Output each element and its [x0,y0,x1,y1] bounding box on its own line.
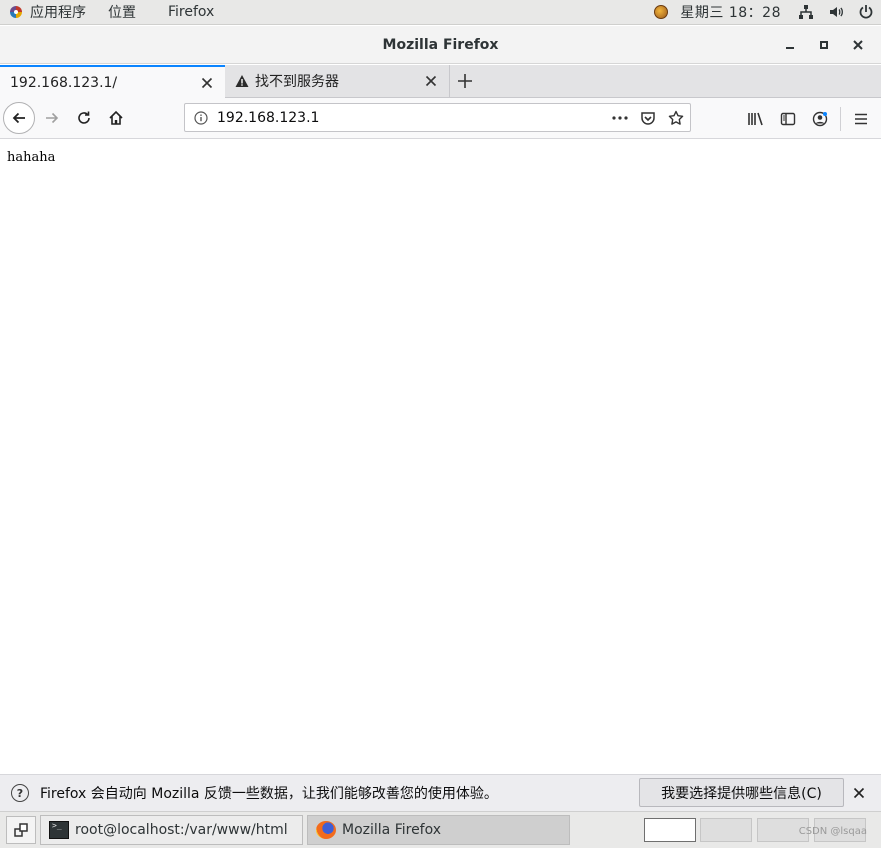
pocket-icon[interactable] [634,110,662,126]
active-app-menu[interactable]: Firefox [160,0,222,25]
page-text: hahaha [7,150,56,165]
window-title: Mozilla Firefox [382,36,499,53]
home-button[interactable] [100,102,132,134]
volume-icon[interactable] [821,0,851,25]
minimize-button[interactable] [773,30,807,60]
firefox-icon [316,821,336,839]
forward-arrow-icon [46,112,59,124]
show-desktop-button[interactable] [6,816,36,844]
close-tab-icon[interactable] [199,75,215,91]
workspace-1[interactable] [644,818,696,842]
places-menu[interactable]: 位置 [100,0,144,25]
library-icon [748,112,763,125]
url-text[interactable]: 192.168.123.1 [217,110,606,126]
home-icon [109,110,123,125]
window-titlebar[interactable]: Mozilla Firefox [0,26,881,64]
notification-text: Firefox 会自动向 Mozilla 反馈一些数据，让我们能够改善您的使用体… [40,786,498,802]
power-icon[interactable] [851,0,881,25]
bookmark-star-icon[interactable] [662,110,690,126]
show-desktop-icon [14,823,28,837]
active-app-label: Firefox [168,4,215,20]
plus-icon [458,74,472,88]
network-icon[interactable] [791,0,821,25]
places-label: 位置 [108,5,136,21]
close-icon [853,40,863,50]
navigation-toolbar: 192.168.123.1 [0,98,881,139]
watermark: CSDN @lsqaa [798,826,867,837]
tab-server-not-found[interactable]: 找不到服务器 [225,65,450,97]
choose-what-to-share-button[interactable]: 我要选择提供哪些信息(C) [639,778,844,807]
applications-icon [8,4,24,20]
warning-icon [235,75,249,87]
page-actions-icon[interactable] [606,115,634,120]
tab-current[interactable]: 192.168.123.1/ [0,65,225,98]
close-tab-icon[interactable] [423,73,439,89]
menu-button[interactable] [845,103,877,135]
gnome-top-bar: 应用程序 位置 Firefox 星期三 18：28 [0,0,881,25]
sidebar-button[interactable] [772,103,804,135]
maximize-button[interactable] [807,30,841,60]
page-content: hahaha [0,140,881,774]
taskbar-item-label: Mozilla Firefox [342,822,442,838]
reload-icon [78,111,90,124]
back-arrow-icon [12,112,25,124]
account-button[interactable] [804,103,836,135]
sidebar-icon [780,112,796,125]
bottom-taskbar: root@localhost:/var/www/html Mozilla Fir… [0,811,881,848]
url-bar[interactable]: 192.168.123.1 [184,103,691,132]
taskbar-item-label: root@localhost:/var/www/html [75,822,288,838]
question-icon: ? [11,784,29,802]
applications-label: 应用程序 [30,5,86,21]
reload-button[interactable] [68,102,100,134]
minimize-icon [786,47,794,49]
applications-menu[interactable]: 应用程序 [0,0,94,25]
workspace-2[interactable] [700,818,752,842]
new-tab-button[interactable] [450,65,480,97]
library-button[interactable] [740,103,772,135]
tab-label: 192.168.123.1/ [10,74,118,91]
terminal-icon [49,821,69,839]
account-icon [812,111,828,126]
weather-icon[interactable] [646,0,676,25]
hamburger-menu-icon [855,113,867,124]
back-button[interactable] [3,102,35,134]
forward-button[interactable] [36,102,68,134]
taskbar-item-terminal[interactable]: root@localhost:/var/www/html [40,815,303,845]
tab-strip: 192.168.123.1/ 找不到服务器 [0,65,881,98]
close-notification-icon[interactable] [850,784,868,802]
clock[interactable]: 星期三 18：28 [676,2,791,22]
toolbar-separator [840,106,841,131]
maximize-icon [820,41,828,49]
tab-label: 找不到服务器 [255,74,339,90]
close-window-button[interactable] [841,30,875,60]
taskbar-item-firefox[interactable]: Mozilla Firefox [307,815,570,845]
site-info-icon[interactable] [185,110,217,125]
data-reporting-notification: ? Firefox 会自动向 Mozilla 反馈一些数据，让我们能够改善您的使… [0,774,881,811]
